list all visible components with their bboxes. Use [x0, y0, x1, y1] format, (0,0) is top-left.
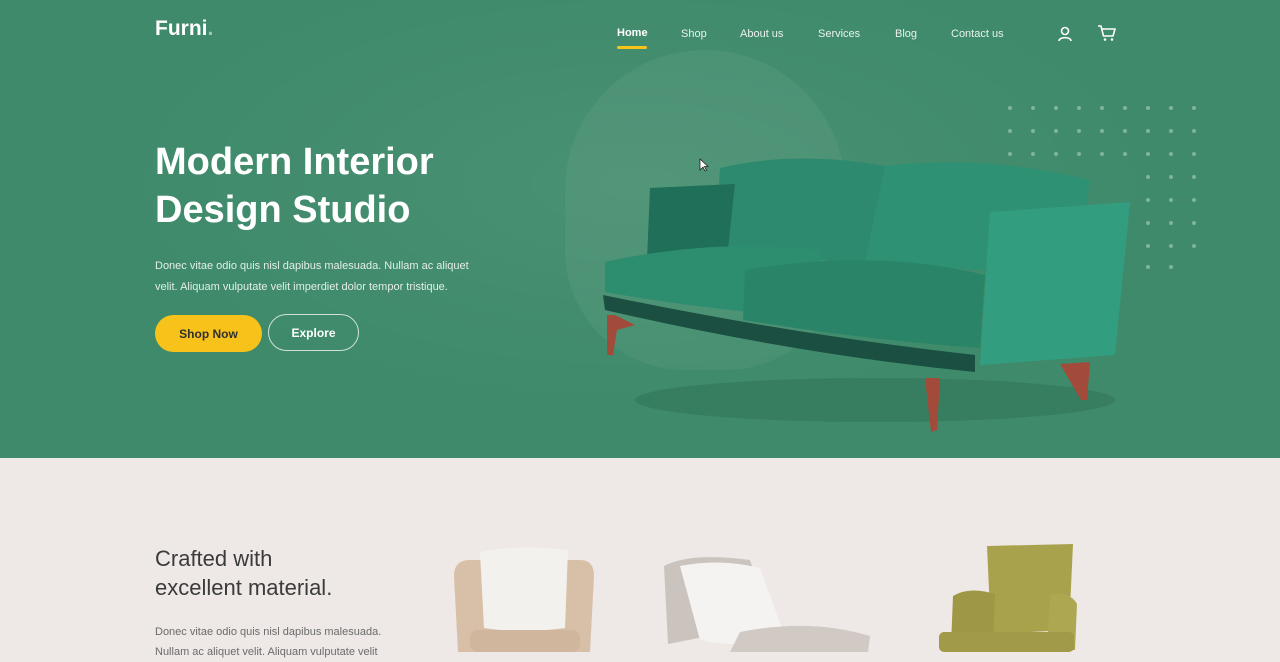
- brand-dot: .: [207, 17, 214, 40]
- user-icon[interactable]: [1056, 25, 1074, 43]
- hero-description: Donec vitae odio quis nisl dapibus males…: [155, 260, 469, 293]
- cart-icon[interactable]: [1097, 24, 1116, 42]
- section-title: Crafted with excellent material.: [155, 544, 415, 602]
- brand-logo[interactable]: Furni.: [155, 17, 213, 41]
- nav-item-contact-us[interactable]: Contact us: [951, 28, 1004, 40]
- shop-now-button[interactable]: Shop Now: [155, 315, 262, 352]
- mouse-cursor-icon: [699, 158, 709, 172]
- nav-item-about-us[interactable]: About us: [740, 28, 783, 40]
- grey-lounge-chair-image[interactable]: [660, 554, 875, 652]
- active-nav-indicator: [617, 46, 647, 49]
- section-description: Donec vitae odio quis nisl dapibus males…: [155, 626, 382, 658]
- hero-title-line1: Modern Interior: [155, 141, 434, 183]
- nav-item-services[interactable]: Services: [818, 28, 860, 40]
- brand-name: Furni: [155, 17, 208, 40]
- hero-section: Furni. Home Shop About us Services Blog …: [0, 0, 1280, 458]
- nav-item-blog[interactable]: Blog: [895, 28, 917, 40]
- hero-title-line2: Design Studio: [155, 189, 411, 231]
- nav-item-shop[interactable]: Shop: [681, 28, 707, 40]
- beige-armchair-image[interactable]: [450, 546, 600, 652]
- section-title-line1: Crafted with: [155, 546, 273, 571]
- materials-section: Crafted with excellent material. Donec v…: [0, 458, 1280, 658]
- explore-button[interactable]: Explore: [268, 314, 359, 351]
- hero-title: Modern Interior Design Studio: [155, 138, 515, 234]
- nav-item-home[interactable]: Home: [617, 27, 648, 39]
- hero-sofa-image: [603, 158, 1130, 432]
- olive-armchair-image[interactable]: [935, 544, 1080, 652]
- section-title-line2: excellent material.: [155, 575, 333, 600]
